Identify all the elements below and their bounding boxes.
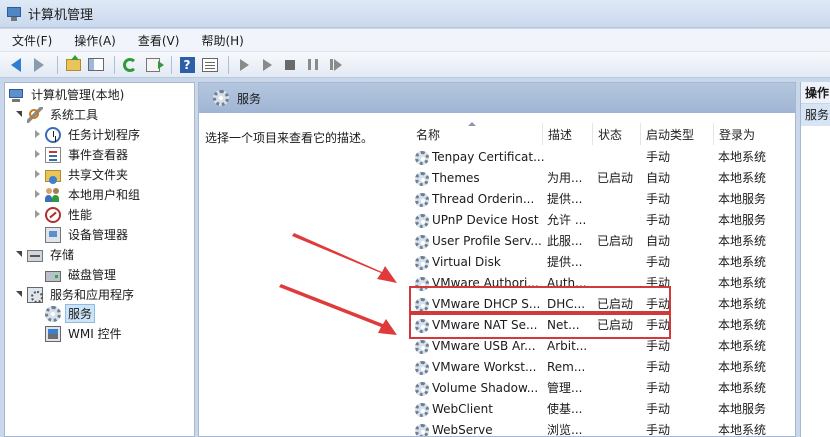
tree-item-label: 系统工具 [50,108,99,122]
export-list-button[interactable] [143,55,164,75]
toolbar-separator [228,55,229,74]
device-manager-icon [45,226,61,243]
tree-item-shared-folders[interactable]: 共享文件夹 [33,165,131,184]
tree-item-label: 服务 [65,304,96,323]
properties-button[interactable] [200,55,220,75]
toolbar-separator [171,55,172,74]
restart-service-button[interactable] [326,55,346,75]
tree-item-label: 服务和应用程序 [50,288,135,302]
help-icon: ? [179,56,195,73]
up-one-level-button[interactable] [63,54,83,75]
stop-service-button[interactable] [280,55,300,75]
tree-item-label: 计算机管理(本地) [31,88,125,102]
start-service-icon [239,58,249,71]
start-service-alt-button[interactable] [257,55,277,75]
toolbar-separator [114,55,115,74]
expand-arrow-icon[interactable] [33,210,42,219]
help-button[interactable]: ? [177,55,197,75]
show-hide-tree-icon [88,58,104,71]
console-tree: 计算机管理(本地) 系统工具 任务计划程序 事件查看器 共享文件夹 本地用户和组… [4,82,195,437]
properties-icon [202,57,218,72]
actions-services-item[interactable]: 服务 [801,104,830,126]
expand-arrow-icon[interactable] [33,190,42,199]
expand-arrow-icon[interactable] [15,290,24,299]
tree-item-performance[interactable]: 性能 [33,205,95,224]
show-hide-tree-button[interactable] [86,55,106,75]
tree-item-label: 事件查看器 [68,148,129,162]
tree-item-label: 共享文件夹 [68,168,129,182]
services-apps-icon [27,286,43,303]
up-folder-icon [65,54,81,71]
local-users-icon [45,187,61,203]
disk-management-icon [45,270,61,282]
tree-item-label: 存储 [50,248,75,262]
tree-item-local-users[interactable]: 本地用户和组 [33,185,143,204]
performance-icon [45,206,61,223]
computer-icon [8,87,24,103]
shared-folders-icon [45,169,61,184]
services-icon [45,305,61,322]
actions-header: 操作 [801,82,830,104]
back-button[interactable] [6,55,26,75]
annotation-arrows [279,233,397,335]
menu-action[interactable]: 操作(A) [70,32,120,49]
toolbar-separator [57,55,58,74]
tree-item-label: 任务计划程序 [68,128,141,142]
tree-item-event-viewer[interactable]: 事件查看器 [33,145,131,164]
tree-item-label: 性能 [68,208,93,222]
tree-item-device-manager[interactable]: 设备管理器 [33,225,131,244]
tree-item-label: WMI 控件 [68,327,122,341]
event-viewer-icon [45,146,61,163]
expand-arrow-icon[interactable] [15,110,24,119]
tree-item-label: 磁盘管理 [68,268,117,282]
menu-view[interactable]: 查看(V) [134,32,184,49]
tree-item-system-tools[interactable]: 系统工具 [15,105,101,124]
annotation-arrow [292,233,397,283]
computer-management-icon [6,6,22,22]
tree-item-wmi[interactable]: WMI 控件 [33,324,125,343]
toolbar: ? [0,51,830,78]
storage-icon [27,249,43,262]
tree-item-disk-management[interactable]: 磁盘管理 [33,265,119,284]
window-title: 计算机管理 [28,8,94,23]
wmi-icon [45,325,61,342]
task-scheduler-icon [45,126,61,143]
expand-arrow-icon[interactable] [33,170,42,179]
menu-file[interactable]: 文件(F) [8,32,56,49]
tree-item-label: 本地用户和组 [68,188,141,202]
stop-service-icon [285,59,295,70]
pause-service-icon [308,59,318,70]
expand-arrow-icon[interactable] [33,150,42,159]
title-bar: 计算机管理 [0,0,830,28]
system-tools-icon [27,106,43,123]
refresh-icon [123,57,137,72]
expand-arrow-icon[interactable] [15,250,24,259]
restart-service-icon [330,58,342,71]
menu-bar: 文件(F) 操作(A) 查看(V) 帮助(H) [0,29,830,51]
start-service-icon [262,58,272,71]
refresh-button[interactable] [120,55,140,75]
tree-item-services[interactable]: 服务 [33,304,96,323]
tree-item-storage[interactable]: 存储 [15,245,77,264]
export-list-icon [146,57,164,72]
expand-arrow-icon[interactable] [33,130,42,139]
tree-item-root[interactable]: 计算机管理(本地) [8,85,127,104]
menu-help[interactable]: 帮助(H) [197,32,247,49]
tree-item-task-scheduler[interactable]: 任务计划程序 [33,125,143,144]
pause-service-button[interactable] [303,55,323,75]
tree-item-services-apps[interactable]: 服务和应用程序 [15,285,137,304]
annotation-arrow [279,284,397,335]
forward-icon [34,57,44,72]
forward-button[interactable] [29,55,49,75]
back-icon [11,57,21,72]
start-service-button[interactable] [234,55,254,75]
services-pane: 服务 选择一个项目来查看它的描述。 名称 描述 状态 启动类型 登录为 Tenp… [198,82,796,437]
actions-pane: 操作 服务 [800,82,830,437]
tree-item-label: 设备管理器 [68,228,129,242]
